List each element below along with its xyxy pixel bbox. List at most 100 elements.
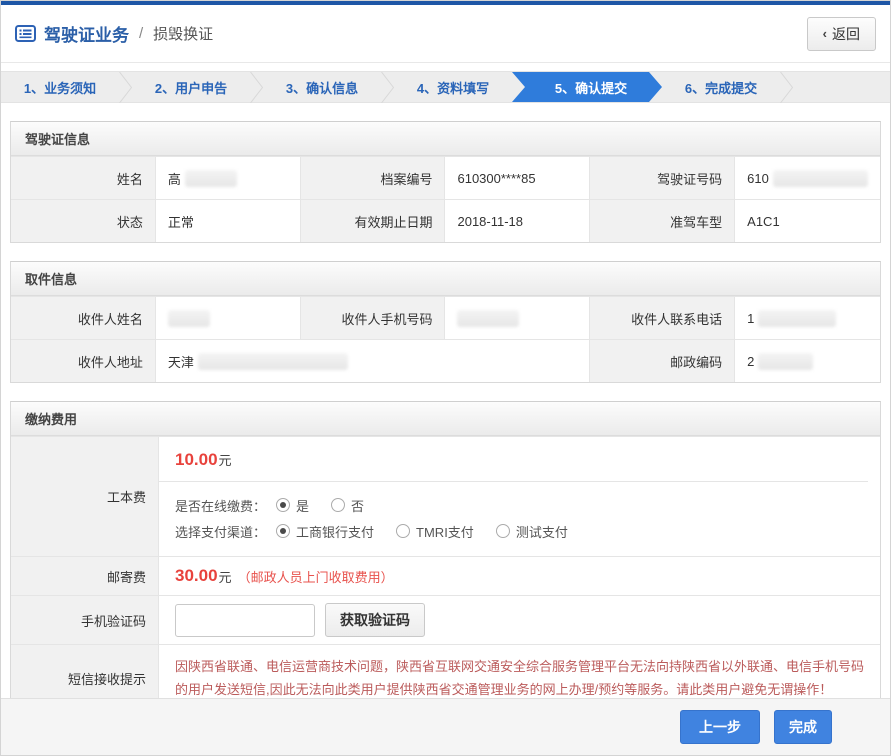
step-3-confirm-info[interactable]: 3、确认信息 <box>263 72 381 102</box>
step-5-confirm-submit-active[interactable]: 5、确认提交 <box>512 72 662 102</box>
back-button[interactable]: ‹ 返回 <box>807 17 876 51</box>
radio-unchecked-icon[interactable] <box>396 524 410 538</box>
field-value-contact-phone: 1 <box>735 297 880 339</box>
value-text: 正常 <box>168 212 194 231</box>
steps-filler <box>793 72 890 102</box>
steps-bar: 1、业务须知 2、用户申告 3、确认信息 4、资料填写 5、确认提交 6、完成提… <box>1 71 890 103</box>
header: 驾驶证业务 / 损毁换证 ‹ 返回 <box>1 5 890 63</box>
table-row: 姓名 高 档案编号 610300****85 驾驶证号码 610 <box>11 156 880 199</box>
fee-row-production: 工本费 10.00元 是否在线缴费： 是 否 选择支付渠道： <box>11 436 880 556</box>
breadcrumb: 驾驶证业务 / 损毁换证 <box>15 21 213 46</box>
step-label: 6、完成提交 <box>685 78 757 97</box>
radio-label: 测试支付 <box>516 522 568 541</box>
fee-amount-number: 10.00 <box>175 450 218 469</box>
fee-row-postage: 邮寄费 30.00元 （邮政人员上门收取费用） <box>11 556 880 595</box>
redaction-blur <box>198 353 348 370</box>
field-label-production-fee: 工本费 <box>11 437 159 556</box>
chevron-left-icon: ‹ <box>823 26 827 41</box>
field-value-postal-code: 2 <box>735 340 880 382</box>
field-label-license-no: 驾驶证号码 <box>590 157 735 199</box>
value-text: 2 <box>747 354 754 369</box>
field-value-license-no: 610 <box>735 157 880 199</box>
value-text: 1 <box>747 311 754 326</box>
value-text: 天津 <box>168 352 194 371</box>
pay-channel-option-line: 选择支付渠道： 工商银行支付 TMRI支付 测试支付 <box>175 518 880 544</box>
breadcrumb-section: 驾驶证业务 <box>44 21 129 46</box>
field-label-status: 状态 <box>11 200 156 242</box>
radio-online-pay-yes[interactable]: 是 <box>276 496 309 515</box>
value-text: 2018-11-18 <box>457 214 523 229</box>
redaction-blur <box>185 170 237 187</box>
redaction-blur <box>773 170 868 187</box>
radio-unchecked-icon[interactable] <box>331 498 345 512</box>
section-fees: 缴纳费用 工本费 10.00元 是否在线缴费： 是 否 选择支付 <box>10 401 881 712</box>
redaction-blur <box>168 310 210 327</box>
step-2-user-declare[interactable]: 2、用户申告 <box>132 72 250 102</box>
step-label: 1、业务须知 <box>24 78 96 97</box>
step-1-business-notice[interactable]: 1、业务须知 <box>1 72 119 102</box>
field-value-name: 高 <box>156 157 301 199</box>
field-label-postage: 邮寄费 <box>11 557 159 595</box>
value-text: A1C1 <box>747 214 780 229</box>
back-button-label: 返回 <box>832 24 860 44</box>
step-separator-icon <box>381 72 394 102</box>
field-label-contact-phone: 收件人联系电话 <box>590 297 735 339</box>
radio-channel-tmri[interactable]: TMRI支付 <box>396 522 474 541</box>
value-text: 610300****85 <box>457 171 535 186</box>
step-separator-icon <box>119 72 132 102</box>
postage-fee-content: 30.00元 （邮政人员上门收取费用） <box>159 557 880 595</box>
form-list-icon <box>15 25 36 42</box>
table-row: 状态 正常 有效期止日期 2018-11-18 准驾车型 A1C1 <box>11 199 880 242</box>
radio-checked-icon[interactable] <box>276 524 290 538</box>
footer-action-bar: 上一步 完成 <box>1 698 890 755</box>
online-pay-option-line: 是否在线缴费： 是 否 <box>175 492 880 518</box>
radio-checked-icon[interactable] <box>276 498 290 512</box>
fee-unit: 元 <box>219 567 232 586</box>
production-fee-content: 10.00元 是否在线缴费： 是 否 选择支付渠道： 工商银行支付 TMRI支付 <box>159 437 880 556</box>
value-text: 高 <box>168 169 181 188</box>
pay-channel-label: 选择支付渠道： <box>175 522 266 541</box>
section-title: 缴纳费用 <box>11 402 880 436</box>
section-title: 驾驶证信息 <box>11 122 880 156</box>
sms-code-input[interactable] <box>175 604 315 637</box>
step-separator-icon <box>250 72 263 102</box>
breadcrumb-separator: / <box>137 25 145 42</box>
step-6-finish-submit[interactable]: 6、完成提交 <box>662 72 780 102</box>
radio-label: 工商银行支付 <box>296 522 374 541</box>
field-value-recipient-name <box>156 297 301 339</box>
field-value-status: 正常 <box>156 200 301 242</box>
online-pay-label: 是否在线缴费： <box>175 496 266 515</box>
radio-label: TMRI支付 <box>416 522 474 541</box>
step-label: 2、用户申告 <box>155 78 227 97</box>
radio-label: 是 <box>296 496 309 515</box>
field-label-sms-code: 手机验证码 <box>11 596 159 644</box>
section-title: 取件信息 <box>11 262 880 296</box>
field-value-expiry: 2018-11-18 <box>445 200 590 242</box>
table-row: 收件人地址 天津 邮政编码 2 <box>11 339 880 382</box>
redaction-blur <box>758 310 836 327</box>
step-label: 5、确认提交 <box>555 78 627 97</box>
previous-step-button[interactable]: 上一步 <box>680 710 760 744</box>
step-separator-icon <box>780 72 793 102</box>
field-label-file-no: 档案编号 <box>301 157 446 199</box>
radio-label: 否 <box>351 496 364 515</box>
radio-online-pay-no[interactable]: 否 <box>331 496 364 515</box>
table-row: 收件人姓名 收件人手机号码 收件人联系电话 1 <box>11 296 880 339</box>
field-value-recipient-mobile <box>445 297 590 339</box>
field-label-address: 收件人地址 <box>11 340 156 382</box>
fee-unit: 元 <box>219 453 232 468</box>
field-label-name: 姓名 <box>11 157 156 199</box>
radio-channel-icbc[interactable]: 工商银行支付 <box>276 522 374 541</box>
fee-amount-number: 30.00 <box>175 566 218 586</box>
page-title: 损毁换证 <box>153 23 213 44</box>
field-label-recipient-name: 收件人姓名 <box>11 297 156 339</box>
field-label-expiry: 有效期止日期 <box>301 200 446 242</box>
radio-channel-test[interactable]: 测试支付 <box>496 522 568 541</box>
redaction-blur <box>457 310 519 327</box>
step-4-fill-material[interactable]: 4、资料填写 <box>394 72 512 102</box>
radio-unchecked-icon[interactable] <box>496 524 510 538</box>
field-value-vehicle-type: A1C1 <box>735 200 880 242</box>
finish-button[interactable]: 完成 <box>774 710 832 744</box>
postage-note: （邮政人员上门收取费用） <box>238 567 394 586</box>
get-code-button[interactable]: 获取验证码 <box>325 603 425 637</box>
